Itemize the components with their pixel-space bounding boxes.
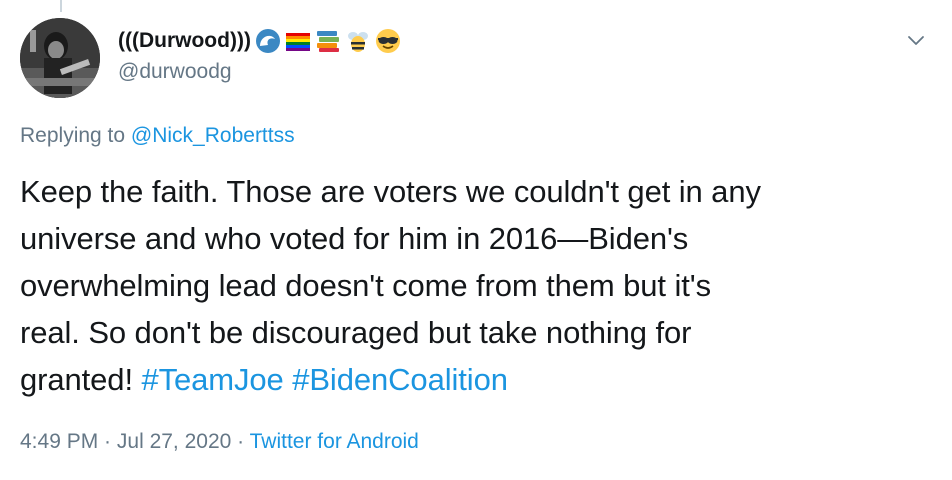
wave-icon [255, 29, 280, 53]
tweet-time[interactable]: 4:49 PM [20, 430, 98, 453]
meta-separator: · [98, 430, 117, 453]
sunglasses-emoji-icon [375, 29, 400, 53]
tweet-source-link[interactable]: Twitter for Android [250, 430, 419, 453]
user-handle[interactable]: @durwoodg [118, 60, 232, 84]
tweet-text-line-last: granted! #TeamJoe #BidenCoalition [20, 356, 932, 403]
hashtag-bidencoalition[interactable]: #BidenCoalition [292, 362, 508, 397]
tweet-text-line: Keep the faith. Those are voters we coul… [20, 174, 761, 209]
replying-to-label: Replying to [20, 124, 131, 147]
tweet-text-line: real. So don't be discouraged but take n… [20, 315, 692, 350]
hashtag-teamjoe[interactable]: #TeamJoe [141, 362, 283, 397]
replying-to-link[interactable]: @Nick_Roberttss [131, 124, 295, 147]
tweet-text: Keep the faith. Those are voters we coul… [20, 168, 932, 403]
author-name-row[interactable]: (((Durwood))) [118, 28, 401, 54]
avatar-image [20, 18, 100, 98]
bee-icon [347, 32, 368, 52]
thread-connector-line [60, 0, 62, 12]
tweet-metadata: 4:49 PM · Jul 27, 2020 · Twitter for And… [20, 430, 419, 454]
tweet-text-fragment: granted! [20, 362, 142, 397]
books-icon [316, 31, 339, 52]
avatar[interactable] [20, 18, 100, 98]
tweet-date[interactable]: Jul 27, 2020 [117, 430, 231, 453]
replying-to-line: Replying to @Nick_Roberttss [20, 124, 295, 148]
meta-separator: · [231, 430, 250, 453]
chevron-down-icon[interactable] [906, 30, 926, 50]
display-name[interactable]: (((Durwood))) [118, 29, 251, 53]
tweet-text-line: universe and who voted for him in 2016—B… [20, 221, 689, 256]
rainbow-flag-icon [285, 33, 310, 51]
tweet-text-line: overwhelming lead doesn't come from them… [20, 268, 711, 303]
